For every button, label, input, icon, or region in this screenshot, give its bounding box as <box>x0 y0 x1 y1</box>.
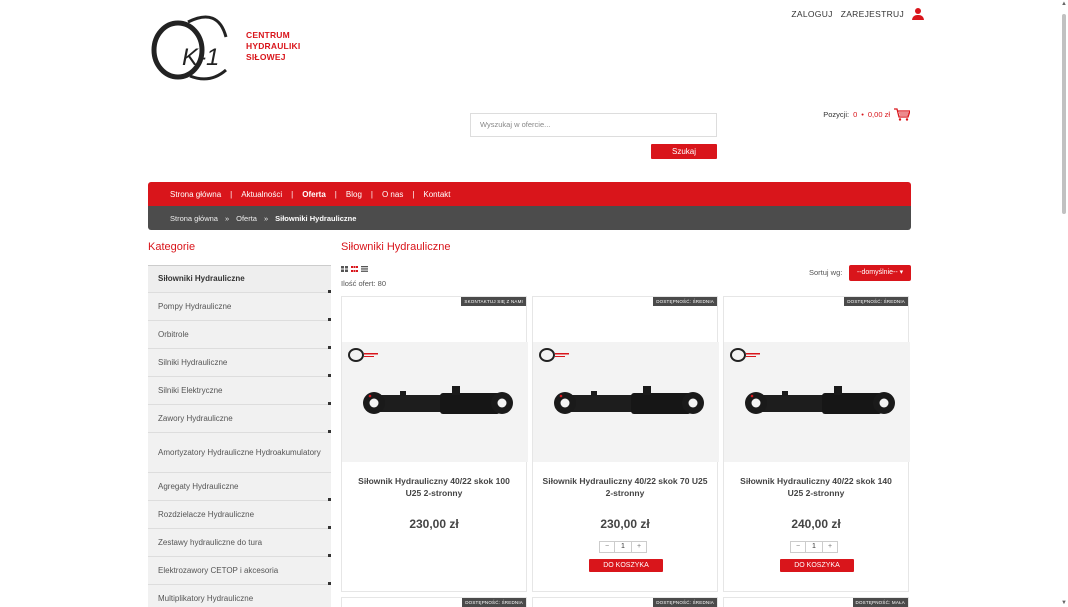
sidebar-item[interactable]: Multiplikatory Hydrauliczne <box>148 585 331 607</box>
sidebar-item-label: Rozdzielacze Hydrauliczne <box>158 509 255 519</box>
product-image[interactable] <box>724 342 910 462</box>
product-image-wrap[interactable] <box>724 342 910 462</box>
sidebar-item-label: Silniki Hydrauliczne <box>158 357 228 367</box>
sidebar-item[interactable]: Pompy Hydrauliczne <box>148 293 331 321</box>
cart-summary[interactable]: Pozycji: 0 • 0,00 zł <box>823 108 910 121</box>
availability-badge: DOSTĘPNOŚĆ: ŚREDNIA <box>844 297 908 306</box>
product-card[interactable]: DOSTĘPNOŚĆ: MAŁA <box>723 597 909 607</box>
offer-count: Ilość ofert: 80 <box>341 279 387 288</box>
sidebar-item-label: Multiplikatory Hydrauliczne <box>158 593 254 603</box>
sidebar-item[interactable]: Agregaty Hydrauliczne <box>148 473 331 501</box>
product-card[interactable]: DOSTĘPNOŚĆ: ŚREDNIA Siłownik Hydrauliczny… <box>723 296 910 592</box>
product-name[interactable]: Siłownik Hydrauliczny 40/22 skok 140 U25… <box>732 475 900 499</box>
sidebar-item-label: Zawory Hydrauliczne <box>158 413 233 423</box>
nav-offer[interactable]: Oferta <box>302 190 326 199</box>
sidebar-title: Kategorie <box>148 241 196 253</box>
scroll-thumb[interactable] <box>1062 14 1066 214</box>
qty-plus-button[interactable]: + <box>823 542 837 552</box>
sidebar-item-label: Zestawy hydrauliczne do tura <box>158 537 263 547</box>
qty-minus-button[interactable]: − <box>791 542 805 552</box>
sidebar-item[interactable]: Elektrozawory CETOP i akcesoria <box>148 557 331 585</box>
nav-blog[interactable]: Blog <box>346 190 362 199</box>
scrollbar[interactable]: ▲ ▼ <box>1059 0 1068 607</box>
small-grid-view-icon[interactable] <box>351 266 358 272</box>
logo-tagline: CENTRUM HYDRAULIKI SIŁOWEJ <box>246 30 301 62</box>
scroll-down-icon[interactable]: ▼ <box>1061 600 1067 606</box>
logo-mark: K-1 <box>182 44 219 71</box>
sidebar-item-label: Siłowniki Hydrauliczne <box>158 274 245 283</box>
product-price: 230,00 zł <box>409 517 459 531</box>
sidebar-item-label: Orbitrole <box>158 329 189 339</box>
quantity-stepper: −1 + <box>790 541 838 553</box>
availability-badge: DOSTĘPNOŚĆ: ŚREDNIA <box>653 297 717 306</box>
product-name[interactable]: Siłownik Hydrauliczny 40/22 skok 100 U25… <box>350 475 518 499</box>
sidebar-item-label: Amortyzatory Hydrauliczne Hydroakumulato… <box>158 447 321 457</box>
availability-badge: DOSTĘPNOŚĆ: ŚREDNIA <box>653 598 717 607</box>
product-image-wrap[interactable] <box>342 342 528 462</box>
category-list: Siłowniki Hydrauliczne Pompy Hydrauliczne… <box>148 265 331 607</box>
sidebar-item[interactable]: Zestawy hydrauliczne do tura <box>148 529 331 557</box>
sidebar-item[interactable]: Orbitrole <box>148 321 331 349</box>
sidebar-item-label: Pompy Hydrauliczne <box>158 301 232 311</box>
product-price: 240,00 zł <box>791 517 841 531</box>
product-card[interactable]: DOSTĘPNOŚĆ: ŚREDNIA <box>532 597 718 607</box>
product-card[interactable]: DOSTĘPNOŚĆ: ŚREDNIA <box>341 597 527 607</box>
page-title: Siłowniki Hydrauliczne <box>341 241 451 253</box>
product-price: 230,00 zł <box>600 517 650 531</box>
qty-input[interactable]: 1 <box>805 542 823 552</box>
product-image[interactable] <box>342 342 528 462</box>
nav-home[interactable]: Strona główna <box>170 190 221 199</box>
breadcrumb-current: Siłowniki Hydrauliczne <box>275 213 357 223</box>
search-button[interactable]: Szukaj <box>651 144 717 159</box>
sidebar-item-label: Silniki Elektryczne <box>158 385 223 395</box>
cart-icon[interactable] <box>894 108 910 121</box>
nav-contact[interactable]: Kontakt <box>423 190 450 199</box>
breadcrumb-offer[interactable]: Oferta <box>236 214 257 223</box>
add-to-cart-button[interactable]: DO KOSZYKA <box>780 559 854 572</box>
availability-badge: SKONTAKTUJ SIĘ Z NAMI <box>461 297 526 306</box>
breadcrumb-home[interactable]: Strona główna <box>170 214 218 223</box>
sort-select[interactable]: --domyślnie-- ▾ <box>849 265 911 281</box>
user-icon[interactable] <box>912 8 924 20</box>
nav-about[interactable]: O nas <box>382 190 403 199</box>
nav-news[interactable]: Aktualności <box>241 190 282 199</box>
account-links: ZALOGUJ ZAREJESTRUJ <box>791 8 924 20</box>
search-input[interactable]: Wyszukaj w ofercie... <box>470 113 717 137</box>
sidebar-item[interactable]: Siłowniki Hydrauliczne <box>148 265 331 293</box>
scroll-up-icon[interactable]: ▲ <box>1061 1 1067 7</box>
product-card[interactable]: DOSTĘPNOŚĆ: ŚREDNIA Siłownik Hydrauliczny… <box>532 296 719 592</box>
view-toggle <box>341 266 368 272</box>
sidebar-item-label: Agregaty Hydrauliczne <box>158 481 239 491</box>
sidebar-item[interactable]: Amortyzatory Hydrauliczne Hydroakumulato… <box>148 433 331 473</box>
sidebar-item-label: Elektrozawory CETOP i akcesoria <box>158 565 279 575</box>
product-card[interactable]: SKONTAKTUJ SIĘ Z NAMI Siłownik Hydraulicz… <box>341 296 528 592</box>
sidebar-item[interactable]: Zawory Hydrauliczne <box>148 405 331 433</box>
sidebar-item[interactable]: Silniki Hydrauliczne <box>148 349 331 377</box>
qty-input[interactable]: 1 <box>614 542 632 552</box>
add-to-cart-button[interactable]: DO KOSZYKA <box>589 559 663 572</box>
main-nav: Strona główna | Aktualności | Oferta | Blog… <box>148 182 911 206</box>
sort-label: Sortuj wg: <box>809 268 843 277</box>
sidebar-item[interactable]: Rozdzielacze Hydrauliczne <box>148 501 331 529</box>
register-link[interactable]: ZAREJESTRUJ <box>841 9 904 19</box>
list-view-icon[interactable] <box>361 266 368 272</box>
availability-badge: DOSTĘPNOŚĆ: MAŁA <box>852 598 908 607</box>
product-image[interactable] <box>533 342 719 462</box>
sidebar-item[interactable]: Silniki Elektryczne <box>148 377 331 405</box>
qty-minus-button[interactable]: − <box>600 542 614 552</box>
login-link[interactable]: ZALOGUJ <box>791 9 832 19</box>
product-name[interactable]: Siłownik Hydrauliczny 40/22 skok 70 U25 … <box>541 475 709 499</box>
qty-plus-button[interactable]: + <box>632 542 646 552</box>
grid-view-icon[interactable] <box>341 266 348 272</box>
breadcrumb: Strona główna » Oferta » Siłowniki Hydra… <box>148 206 911 230</box>
quantity-stepper: −1 + <box>599 541 647 553</box>
availability-badge: DOSTĘPNOŚĆ: ŚREDNIA <box>462 598 526 607</box>
product-image-wrap[interactable] <box>533 342 719 462</box>
